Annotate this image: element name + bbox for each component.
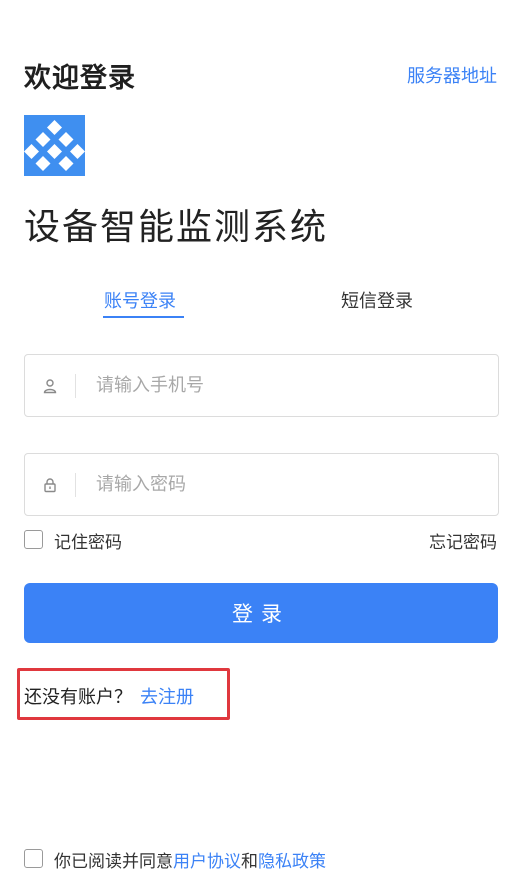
remember-password-checkbox[interactable] bbox=[24, 530, 43, 549]
tab-sms-login[interactable]: 短信登录 bbox=[341, 287, 413, 313]
server-address-link[interactable]: 服务器地址 bbox=[407, 62, 497, 88]
password-input[interactable] bbox=[76, 454, 498, 515]
app-logo bbox=[24, 115, 85, 176]
user-agreement-link[interactable]: 用户协议 bbox=[173, 852, 241, 872]
agreement-prefix: 你已阅读并同意 bbox=[54, 852, 173, 872]
remember-password-label[interactable]: 记住密码 bbox=[54, 528, 122, 553]
login-button[interactable]: 登录 bbox=[24, 583, 498, 643]
login-page: 欢迎登录 服务器地址 设备智能监测系统 账号登录 短信登录 请输入手机号 记住密… bbox=[0, 0, 521, 890]
phone-field[interactable] bbox=[24, 354, 499, 417]
password-field[interactable] bbox=[24, 453, 499, 516]
phone-input[interactable] bbox=[76, 355, 498, 416]
logo-diamond-grid-icon bbox=[24, 120, 85, 171]
user-icon bbox=[25, 378, 75, 394]
system-title: 设备智能监测系统 bbox=[24, 207, 329, 248]
tab-account-login[interactable]: 账号登录 bbox=[104, 287, 176, 313]
active-tab-indicator bbox=[103, 316, 184, 318]
forgot-password-link[interactable]: 忘记密码 bbox=[429, 528, 497, 553]
lock-icon bbox=[25, 477, 75, 493]
privacy-policy-link[interactable]: 隐私政策 bbox=[258, 852, 326, 872]
no-account-prompt: 还没有账户？ bbox=[24, 687, 132, 708]
welcome-heading: 欢迎登录 bbox=[24, 63, 136, 94]
agreement-checkbox[interactable] bbox=[24, 849, 43, 868]
register-link[interactable]: 去注册 bbox=[140, 683, 194, 709]
agreement-conjunction: 和 bbox=[241, 852, 258, 872]
agreement-text: 你已阅读并同意用户协议和隐私政策 bbox=[54, 847, 326, 872]
